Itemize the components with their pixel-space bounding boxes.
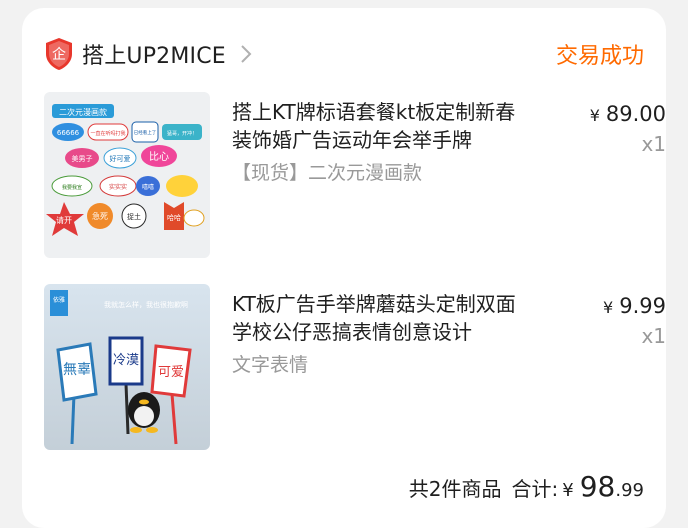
- product-thumbnail[interactable]: 依雅 我就怎么样，我也很抱歉啊 無辜 冷漠 可爱: [44, 284, 210, 450]
- price-value: 89.00: [605, 102, 666, 126]
- product-sku: 文字表情: [232, 354, 309, 376]
- product-title[interactable]: 搭上KT牌标语套餐kt板定制新春装饰婚广告运动年会举手牌: [232, 98, 532, 154]
- svg-text:無辜: 無辜: [63, 362, 91, 378]
- svg-text:一直在听吗打我: 一直在听吗打我: [90, 130, 125, 137]
- total-label: 合计:: [511, 477, 559, 501]
- svg-text:依雅: 依雅: [53, 296, 65, 304]
- product-quantity: x1: [641, 132, 666, 156]
- svg-text:请开: 请开: [56, 215, 72, 225]
- shop-name[interactable]: 搭上UP2MICE: [82, 38, 226, 70]
- chevron-right-icon[interactable]: [240, 44, 252, 64]
- svg-text:企: 企: [52, 46, 66, 63]
- order-summary: 共2件商品 合计: ¥ 98.99: [409, 470, 644, 503]
- svg-text:实实实: 实实实: [109, 183, 127, 191]
- order-item[interactable]: 依雅 我就怎么样，我也很抱歉啊 無辜 冷漠 可爱 KT板广告手举牌蘑菇头定制双面…: [44, 284, 666, 450]
- svg-text:哈哈: 哈哈: [167, 213, 181, 222]
- item-count: 共2件商品: [408, 477, 502, 501]
- svg-text:好可爱: 好可爱: [110, 154, 131, 163]
- order-status: 交易成功: [555, 44, 644, 69]
- shop-header[interactable]: 企 搭上UP2MICE: [44, 34, 252, 74]
- order-item[interactable]: 二次元漫画款 66666 一直在听吗打我 已经看上了 猛哥，开冲！ 美男子 好可…: [44, 92, 666, 258]
- product-price: ¥9.99: [546, 294, 666, 318]
- total-decimal: .99: [615, 480, 644, 501]
- currency-symbol: ¥: [589, 106, 600, 125]
- product-title[interactable]: KT板广告手举牌蘑菇头定制双面学校公仔恶搞表情创意设计: [232, 290, 532, 346]
- product-sku: 【现货】二次元漫画款: [232, 162, 423, 184]
- svg-text:可爱: 可爱: [158, 365, 184, 380]
- svg-text:猛哥，开冲！: 猛哥，开冲！: [167, 130, 197, 137]
- order-card: 企 搭上UP2MICE 交易成功 二次元漫画款 66666 一直在听吗打我 已经…: [22, 8, 666, 528]
- product-quantity: x1: [641, 324, 666, 348]
- total-currency: ¥: [562, 480, 574, 501]
- currency-symbol: ¥: [603, 298, 614, 317]
- product-price: ¥89.00: [546, 102, 666, 126]
- svg-text:我就怎么样，我也很抱歉啊: 我就怎么样，我也很抱歉啊: [104, 300, 188, 309]
- enterprise-shield-icon: 企: [44, 37, 74, 71]
- svg-text:嘻嘻: 嘻嘻: [142, 183, 154, 191]
- svg-text:美男子: 美男子: [72, 154, 93, 163]
- svg-text:比心: 比心: [149, 151, 169, 163]
- svg-text:捉土: 捉土: [127, 212, 141, 221]
- total-integer: 98: [579, 470, 616, 503]
- product-thumbnail[interactable]: 二次元漫画款 66666 一直在听吗打我 已经看上了 猛哥，开冲！ 美男子 好可…: [44, 92, 210, 258]
- svg-text:冷漠: 冷漠: [113, 353, 139, 368]
- svg-text:急死: 急死: [92, 211, 108, 221]
- svg-text:二次元漫画款: 二次元漫画款: [59, 107, 107, 117]
- price-value: 9.99: [619, 294, 666, 318]
- svg-text:我要我宣: 我要我宣: [62, 184, 82, 191]
- svg-text:已经看上了: 已经看上了: [134, 129, 157, 136]
- svg-text:66666: 66666: [57, 129, 80, 137]
